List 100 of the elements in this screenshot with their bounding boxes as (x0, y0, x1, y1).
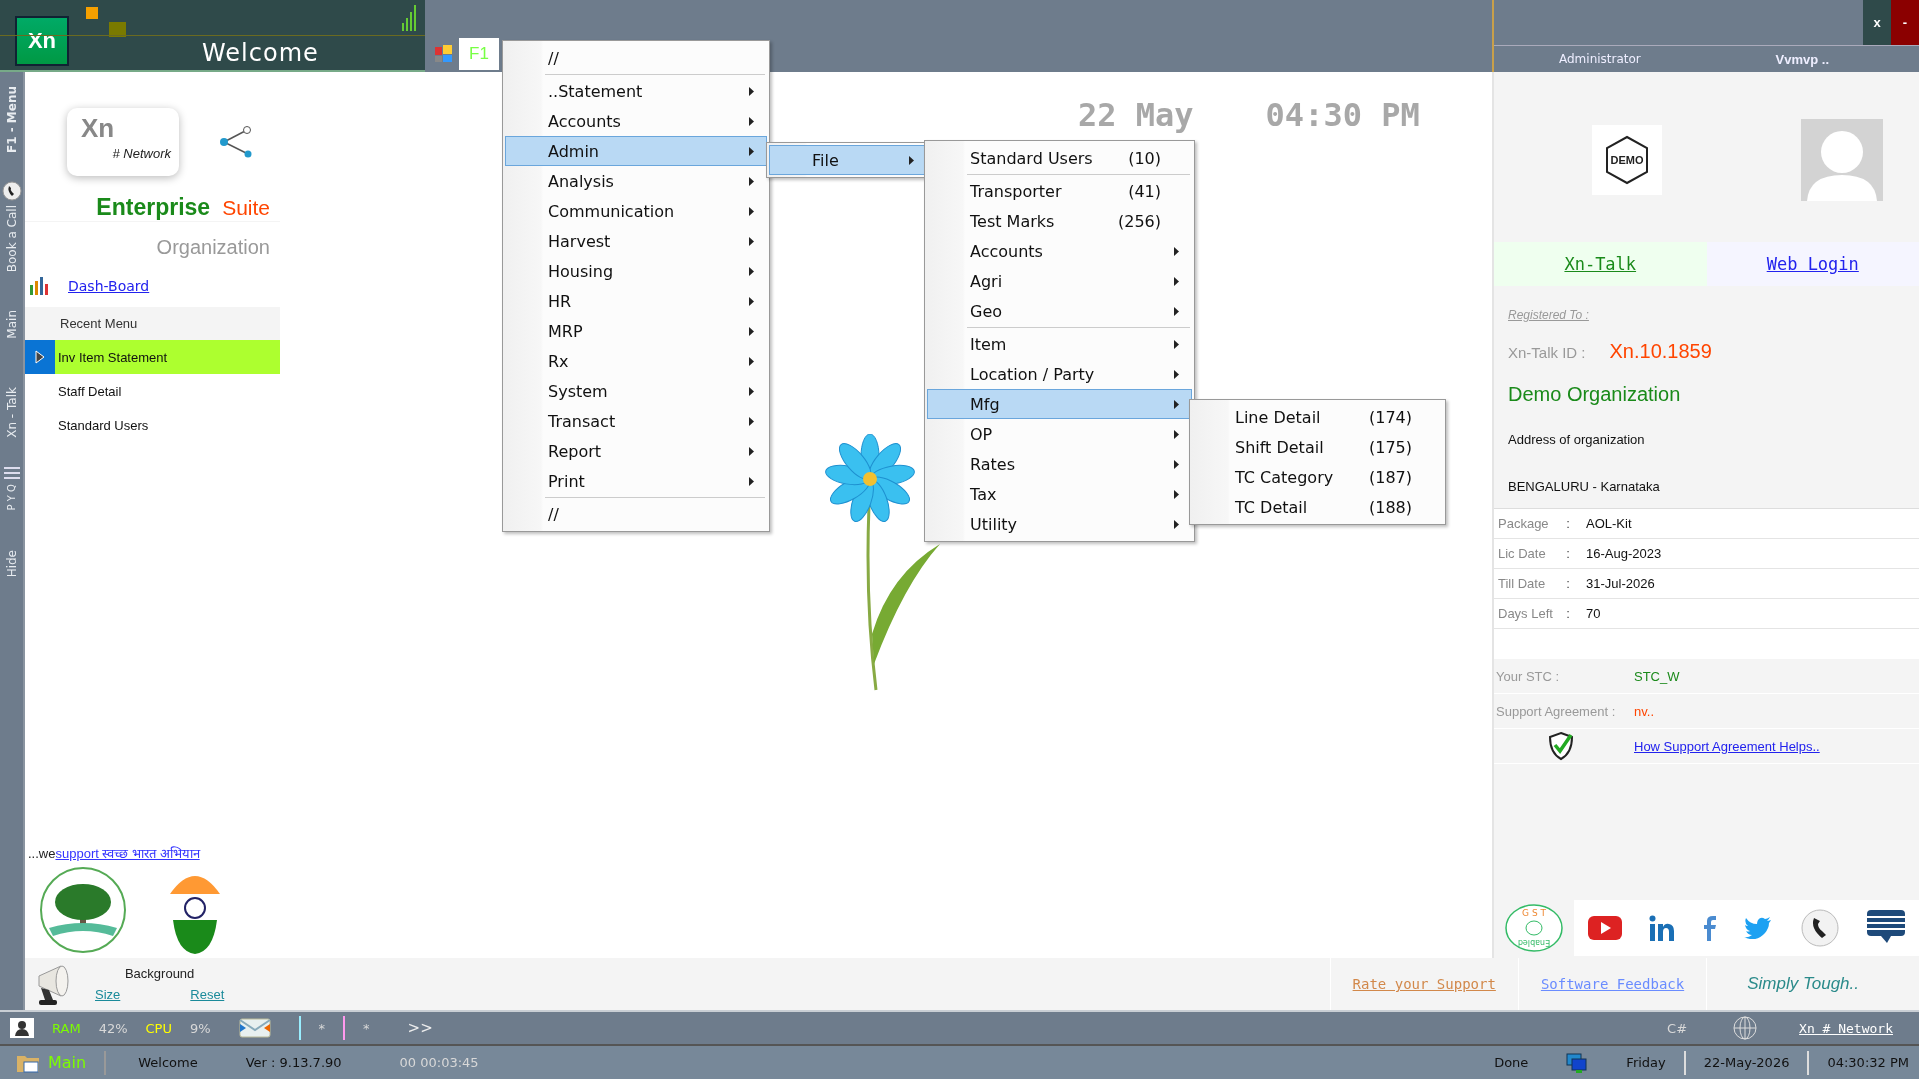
clock-date: 22 May (1078, 96, 1194, 134)
language-label: C# (1667, 1020, 1688, 1036)
menu-item[interactable]: Admin (505, 136, 767, 166)
twitter-icon[interactable] (1744, 917, 1773, 939)
ram-usage: 42% (98, 1020, 128, 1036)
menu-item[interactable]: Line Detail (174) (1192, 402, 1443, 432)
cpu-label: CPU (145, 1020, 172, 1036)
more-button[interactable]: >> (407, 1019, 433, 1037)
menu-item[interactable]: Shift Detail (175) (1192, 432, 1443, 462)
time-text: 04:30:32 PM (1827, 1055, 1909, 1070)
cpu-usage: 9% (189, 1020, 211, 1036)
xn-talk-link[interactable]: Xn-Talk (1494, 242, 1707, 286)
close-button[interactable]: x (1863, 0, 1891, 45)
uptime-text: 00 00:03:45 (399, 1055, 479, 1070)
menu-item[interactable]: // (505, 43, 767, 73)
license-label: Package (1497, 516, 1550, 531)
menu-item[interactable]: Accounts (505, 106, 767, 136)
menu-item[interactable]: Housing (505, 256, 767, 286)
menu-item[interactable]: Standard Users (10) (927, 143, 1192, 173)
side-tab[interactable]: Book a Call (4, 205, 19, 273)
shield-check-icon (1547, 731, 1575, 761)
recent-menu-item[interactable]: Standard Users (25, 408, 280, 442)
menu-item[interactable]: Mfg (927, 389, 1192, 419)
web-login-link[interactable]: Web Login (1706, 242, 1919, 286)
reset-link[interactable]: Reset (190, 987, 225, 1002)
menu-item[interactable]: Transact (505, 406, 767, 436)
menu-item[interactable]: Report (505, 436, 767, 466)
globe-icon[interactable] (1733, 1016, 1758, 1040)
gst-badge: G S T Enabled (1504, 903, 1564, 953)
menu-item[interactable]: Utility (927, 509, 1192, 539)
menu-item[interactable]: Rates (927, 449, 1192, 479)
avatar-icon (1801, 119, 1883, 201)
list-icon[interactable] (3, 465, 20, 480)
youtube-icon[interactable] (1587, 916, 1622, 940)
menu-item[interactable]: Analysis (505, 166, 767, 196)
license-value: 16-Aug-2023 (1585, 546, 1662, 561)
menu-item[interactable]: Accounts (927, 236, 1192, 266)
recent-menu-header: Recent Menu (25, 307, 280, 340)
demo-badge: DEMO (1592, 125, 1662, 195)
side-tab[interactable]: Hide (4, 550, 19, 578)
row-pointer-icon (35, 350, 45, 364)
mail-icon[interactable] (238, 1018, 271, 1038)
colon-text: : (1565, 606, 1571, 621)
menu-item[interactable]: Communication (505, 196, 767, 226)
menu-item[interactable]: ..Statement (505, 76, 767, 106)
license-value: AOL-Kit (1585, 516, 1632, 531)
menu-item[interactable]: Print (505, 466, 767, 496)
organization-name: Demo Organization (1507, 382, 1682, 406)
colon-text: : (1565, 576, 1571, 591)
license-value: 31-Jul-2026 (1585, 576, 1655, 591)
menu-item[interactable]: TC Detail (188) (1192, 492, 1443, 522)
suite-label: Suite (222, 196, 270, 220)
colon-text: : (1565, 516, 1571, 531)
size-link[interactable]: Size (95, 987, 121, 1002)
brand-logo: Xn # Network (67, 108, 179, 176)
menu-item[interactable]: Item (927, 329, 1192, 359)
license-label: Days Left (1497, 606, 1554, 621)
colon-text: : (1565, 546, 1571, 561)
user-icon[interactable] (10, 1018, 34, 1038)
side-tab[interactable]: Xn - Talk (4, 386, 19, 438)
dashboard-link[interactable]: Dash-Board (68, 278, 150, 294)
support-help-link[interactable]: How Support Agreement Helps.. (1626, 738, 1820, 754)
facebook-icon[interactable] (1702, 915, 1717, 941)
recent-menu-item[interactable]: Staff Detail (25, 374, 280, 408)
org-short-name: Vvmvp .. (1775, 51, 1829, 67)
menu-item[interactable]: HR (505, 286, 767, 316)
menu-item[interactable]: TC Category (187) (1192, 462, 1443, 492)
menu-item[interactable]: File (769, 145, 927, 175)
recent-menu-item[interactable]: Inv Item Statement (25, 340, 280, 374)
side-tab[interactable]: P Y Q (6, 483, 17, 511)
phone-icon[interactable] (1799, 908, 1840, 948)
status-text: Done (1494, 1055, 1529, 1070)
linkedin-icon[interactable] (1649, 915, 1676, 941)
date-text: 22-May-2026 (1703, 1055, 1790, 1070)
menu-item[interactable]: Tax (927, 479, 1192, 509)
menu-item[interactable]: Agri (927, 266, 1192, 296)
menu-item[interactable]: Test Marks (256) (927, 206, 1192, 236)
share-icon[interactable] (219, 126, 253, 158)
minimize-button[interactable]: - (1891, 0, 1919, 45)
menu-item[interactable]: Rx (505, 346, 767, 376)
monitors-icon (1566, 1052, 1589, 1073)
menu-item[interactable]: // (505, 499, 767, 529)
bar-chart-icon (30, 277, 50, 295)
menu-item[interactable]: System (505, 376, 767, 406)
menu-item[interactable]: Location / Party (927, 359, 1192, 389)
phone-icon[interactable] (1, 181, 22, 202)
menu-item[interactable]: OP (927, 419, 1192, 449)
status-mark: * (318, 1020, 326, 1036)
menu-item[interactable]: Transporter (41) (927, 176, 1192, 206)
support-text: ...wesupport स्वच्छ भारत अभियान (27, 845, 202, 862)
menu-item[interactable]: Harvest (505, 226, 767, 256)
network-link[interactable]: Xn # Network (1799, 1020, 1893, 1036)
license-label: Till Date (1497, 576, 1547, 591)
tiles-icon[interactable] (435, 45, 453, 63)
side-tab[interactable]: Main (4, 310, 19, 339)
stc-label: Your STC : (1495, 668, 1561, 684)
support-link[interactable]: support स्वच्छ भारत अभियान (55, 846, 200, 861)
menu-item[interactable]: Geo (927, 296, 1192, 326)
menu-item[interactable]: MRP (505, 316, 767, 346)
side-tab[interactable]: F1 - Menu (4, 86, 19, 154)
